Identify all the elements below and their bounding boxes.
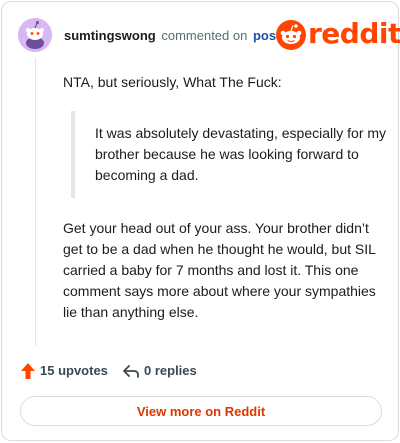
quoted-text: It was absolutely devastating, especiall… — [95, 125, 387, 183]
commented-on-text: commented on — [161, 28, 248, 43]
replies-count: 0 replies — [144, 363, 197, 378]
snoo-avatar-icon — [18, 18, 52, 52]
reply-arrow-icon — [123, 365, 139, 378]
replies-button[interactable]: 0 replies — [122, 360, 197, 382]
comment-intro: NTA, but seriously, What The Fuck: — [63, 74, 282, 90]
upvotes-button[interactable]: 15 upvotes — [20, 360, 108, 382]
comment-header: sumtingswong commented on post reddit — [18, 16, 400, 56]
reddit-logo[interactable]: reddit — [276, 17, 400, 52]
embedded-comment-card: sumtingswong commented on post reddit NT… — [1, 1, 400, 441]
upvote-arrow-icon — [21, 363, 35, 379]
thread-line — [35, 58, 36, 346]
comment-meta: sumtingswong commented on post — [64, 28, 280, 44]
reddit-logo-icon — [276, 20, 306, 50]
upvotes-count: 15 upvotes — [40, 363, 108, 378]
comment-text: Get your head out of your ass. Your brot… — [63, 220, 376, 320]
comment-body: NTA, but seriously, What The Fuck: It wa… — [63, 72, 389, 323]
comment-actions: 15 upvotes 0 replies — [20, 360, 382, 382]
view-more-button[interactable]: View more on Reddit — [20, 396, 382, 426]
username-link[interactable]: sumtingswong — [64, 28, 156, 43]
blockquote: It was absolutely devastating, especiall… — [71, 111, 389, 198]
user-avatar[interactable] — [18, 18, 52, 52]
reddit-wordmark: reddit — [308, 17, 400, 50]
